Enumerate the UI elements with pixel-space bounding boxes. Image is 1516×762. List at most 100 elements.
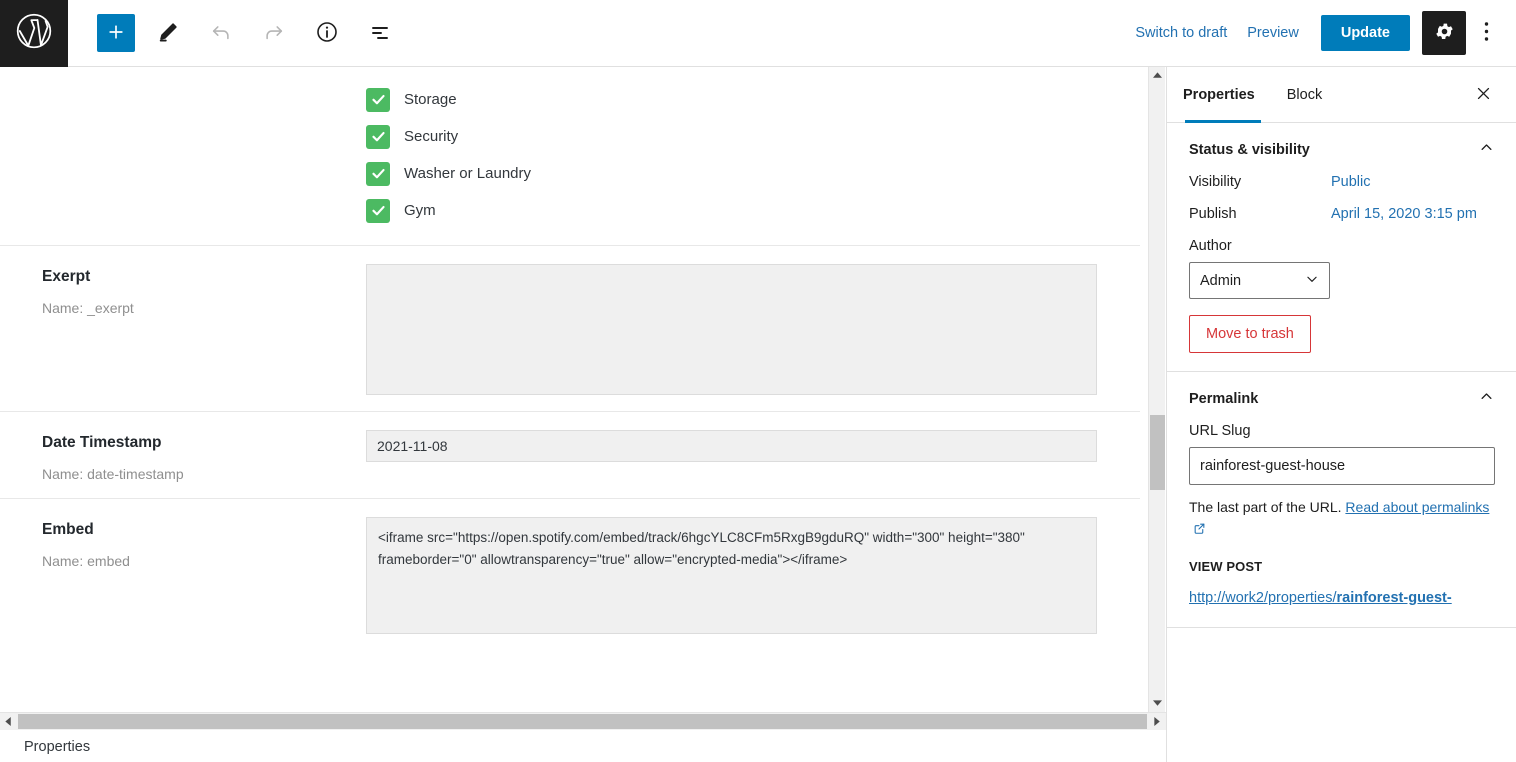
scroll-right-arrow-icon[interactable] (1149, 713, 1166, 730)
panel-title: Permalink (1189, 391, 1259, 407)
preview-button[interactable]: Preview (1237, 19, 1309, 47)
author-select[interactable]: Admin (1189, 262, 1330, 299)
checkbox-label: Gym (404, 202, 436, 219)
checkbox-security[interactable] (366, 124, 390, 149)
field-input-column (366, 517, 1142, 634)
checkbox-row: Security (0, 118, 1140, 155)
help-static-text: The last part of the URL. (1189, 499, 1342, 515)
horizontal-scroll-thumb[interactable] (18, 714, 1147, 729)
info-circle-icon (315, 20, 339, 47)
check-icon (371, 169, 385, 179)
checkbox-label: Storage (404, 91, 457, 108)
sidebar-tabs: Properties Block (1167, 67, 1516, 123)
editor-toolbar: Switch to draft Preview Update (0, 0, 1516, 67)
checkbox-washer-or-laundry[interactable] (366, 161, 390, 186)
panel-permalink: Permalink URL Slug The last part of the … (1167, 372, 1516, 629)
url-slug-label: URL Slug (1189, 423, 1251, 439)
field-title: Embed (42, 521, 94, 538)
pencil-icon (157, 21, 179, 46)
settings-sidebar: Properties Block Status & visibility Vis… (1166, 67, 1516, 762)
check-icon (371, 95, 385, 105)
url-slug-input[interactable] (1189, 447, 1495, 485)
list-view-button[interactable] (361, 14, 399, 52)
check-icon (371, 132, 385, 142)
permalink-help-text: The last part of the URL. Read about per… (1189, 497, 1494, 541)
publish-date-button[interactable]: April 15, 2020 3:15 pm (1331, 206, 1477, 222)
date-timestamp-input[interactable] (366, 430, 1097, 462)
checkbox-row: Gym (0, 192, 1140, 229)
panel-title: Status & visibility (1189, 142, 1310, 158)
read-about-permalinks-link[interactable]: Read about permalinks (1345, 499, 1489, 515)
more-options-button[interactable] (1468, 11, 1504, 55)
redo-arrow-icon (263, 21, 285, 46)
checkbox-label: Security (404, 128, 459, 145)
view-post-url-prefix: http://work2/properties/ (1189, 589, 1337, 606)
amenities-checkbox-list: Storage Security Washer or Laundry Gym (0, 67, 1140, 245)
plus-icon (106, 22, 126, 45)
chevron-down-icon (1305, 272, 1319, 290)
external-link-icon (1189, 521, 1206, 537)
field-title: Date Timestamp (42, 434, 162, 451)
toolbar-actions: Switch to draft Preview Update (1125, 11, 1516, 55)
checkbox-label: Washer or Laundry (404, 165, 532, 182)
gear-icon (1434, 21, 1455, 45)
list-view-icon (368, 20, 392, 47)
field-meta-name: Name: _exerpt (42, 300, 134, 316)
exerpt-textarea[interactable] (366, 264, 1097, 395)
field-input-column (366, 430, 1142, 482)
field-label-column: Exerpt Name: _exerpt (0, 264, 366, 395)
switch-to-draft-button[interactable]: Switch to draft (1125, 19, 1237, 47)
view-post-heading: VIEW POST (1189, 558, 1263, 574)
tab-block[interactable]: Block (1271, 67, 1338, 123)
view-post-url-slug: rainforest-guest- (1336, 589, 1452, 606)
add-block-button[interactable] (97, 14, 135, 52)
kebab-menu-icon (1484, 21, 1489, 45)
edit-tool-button[interactable] (149, 14, 187, 52)
author-label: Author (1189, 238, 1232, 254)
publish-label: Publish (1189, 206, 1237, 222)
update-button[interactable]: Update (1320, 15, 1410, 51)
field-row-date-timestamp: Date Timestamp Name: date-timestamp (0, 411, 1140, 498)
field-meta-name: Name: embed (42, 553, 130, 569)
field-label-column: Date Timestamp Name: date-timestamp (0, 430, 366, 482)
tab-properties[interactable]: Properties (1167, 67, 1271, 123)
wordpress-logo-button[interactable] (0, 0, 68, 67)
checkbox-storage[interactable] (366, 87, 390, 112)
details-button[interactable] (308, 14, 346, 52)
undo-button[interactable] (202, 14, 240, 52)
embed-textarea[interactable] (366, 517, 1097, 634)
check-icon (371, 206, 385, 216)
panel-body-permalink: URL Slug The last part of the URL. Read … (1189, 423, 1495, 627)
panel-body-status-visibility: Visibility Public Publish April 15, 2020… (1189, 174, 1494, 371)
checkbox-gym[interactable] (366, 198, 390, 223)
close-x-icon (1475, 85, 1492, 105)
content-horizontal-scrollbar[interactable] (0, 712, 1166, 730)
content-vertical-scrollbar[interactable] (1148, 67, 1165, 712)
panel-header-permalink[interactable]: Permalink (1189, 372, 1494, 423)
scroll-left-arrow-icon[interactable] (0, 713, 17, 730)
vertical-scroll-thumb[interactable] (1150, 415, 1165, 490)
panel-header-status-visibility[interactable]: Status & visibility (1189, 123, 1494, 174)
chevron-up-icon (1479, 140, 1494, 160)
field-label-column: Embed Name: embed (0, 517, 366, 634)
visibility-value-button[interactable]: Public (1331, 174, 1371, 190)
chevron-up-icon (1479, 389, 1494, 409)
post-editor-content: Storage Security Washer or Laundry Gym E… (0, 67, 1148, 712)
settings-button[interactable] (1422, 11, 1466, 55)
scroll-down-arrow-icon[interactable] (1149, 695, 1166, 712)
checkbox-row: Washer or Laundry (0, 155, 1140, 192)
close-sidebar-button[interactable] (1468, 80, 1498, 110)
field-meta-name: Name: date-timestamp (42, 466, 184, 482)
undo-arrow-icon (210, 21, 232, 46)
visibility-label: Visibility (1189, 174, 1242, 190)
status-bar-label: Properties (24, 738, 91, 755)
panel-status-visibility: Status & visibility Visibility Public Pu… (1167, 123, 1516, 372)
redo-button[interactable] (255, 14, 293, 52)
view-post-url-link[interactable]: http://work2/properties/rainforest-guest… (1189, 588, 1494, 610)
scroll-up-arrow-icon[interactable] (1149, 67, 1166, 84)
wordpress-logo-icon (15, 12, 53, 55)
field-row-exerpt: Exerpt Name: _exerpt (0, 245, 1140, 411)
field-title: Exerpt (42, 268, 91, 285)
visibility-row: Visibility Public (1189, 174, 1494, 190)
move-to-trash-button[interactable]: Move to trash (1189, 315, 1311, 353)
